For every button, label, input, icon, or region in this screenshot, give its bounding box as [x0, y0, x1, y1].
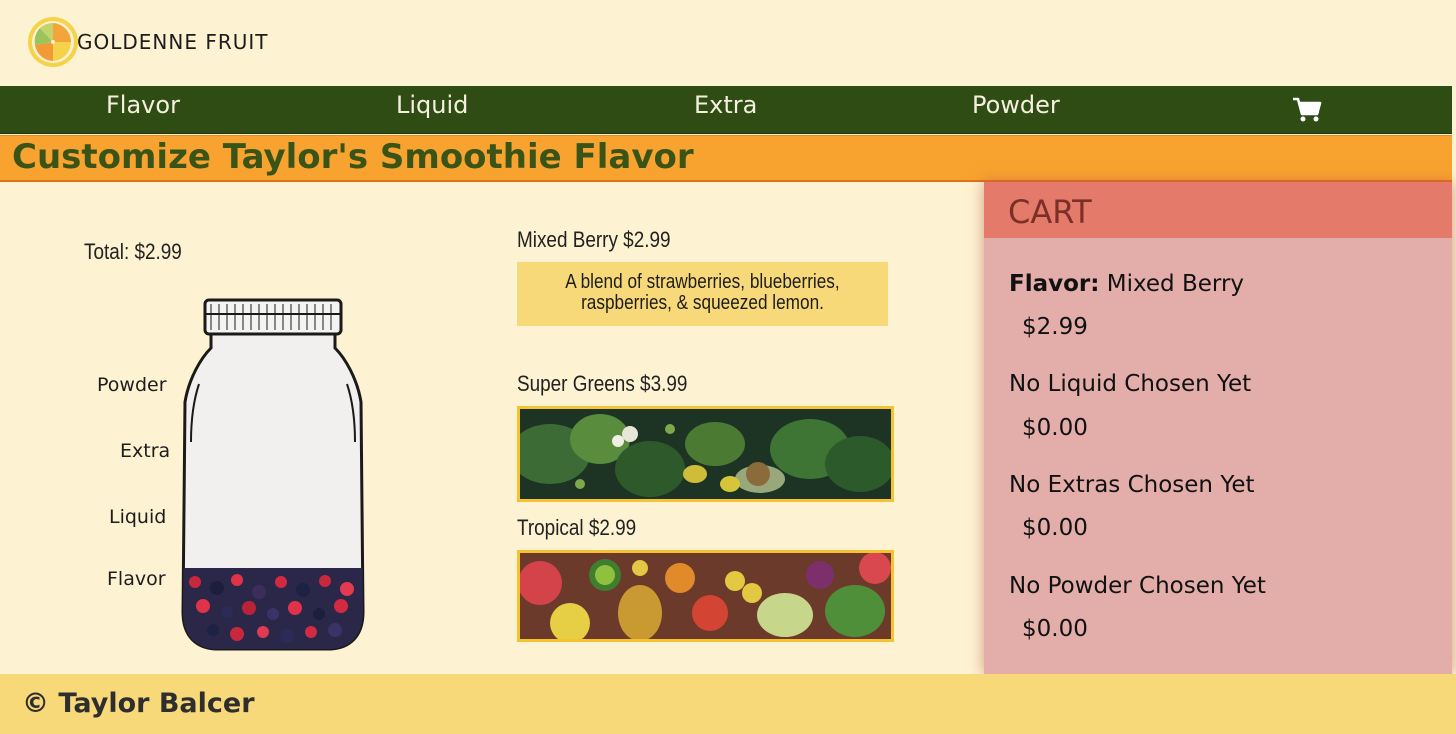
- cart-powder-line: No Powder Chosen Yet: [1009, 573, 1266, 599]
- option-title-mixed-berry[interactable]: Mixed Berry $2.99: [517, 227, 671, 253]
- nav-item-powder[interactable]: Powder: [972, 91, 1060, 119]
- shopping-cart-icon[interactable]: [1292, 97, 1322, 123]
- jar-layer-label-liquid: Liquid: [109, 506, 167, 528]
- brand-name: GOLDENNE FRUIT: [77, 30, 269, 54]
- cart-panel: CART Flavor: Mixed Berry $2.99 No Liquid…: [984, 182, 1452, 674]
- citrus-slice-icon[interactable]: [26, 15, 80, 69]
- cart-liquid-line: No Liquid Chosen Yet: [1009, 371, 1252, 397]
- page-title: Customize Taylor's Smoothie Flavor: [12, 137, 694, 177]
- berry-flavor-layer: [183, 568, 363, 649]
- jar-layer-label-powder: Powder: [97, 374, 167, 396]
- copyright: © Taylor Balcer: [22, 688, 255, 719]
- cart-flavor-price: $2.99: [1022, 314, 1088, 340]
- cart-flavor-value: Mixed Berry: [1106, 271, 1245, 297]
- super-greens-image[interactable]: [517, 406, 894, 502]
- page-banner: Customize Taylor's Smoothie Flavor: [0, 135, 1452, 182]
- jar-layer-label-flavor: Flavor: [107, 568, 166, 590]
- cart-flavor-label: Flavor:: [1009, 271, 1100, 297]
- jar-layer-label-extra: Extra: [120, 440, 171, 462]
- nav-item-liquid[interactable]: Liquid: [396, 91, 468, 119]
- tropical-fruits-photo: [520, 553, 891, 639]
- main-nav: Flavor Liquid Extra Powder: [0, 86, 1452, 134]
- leafy-greens-photo: [520, 409, 891, 499]
- option-title-super-greens[interactable]: Super Greens $3.99: [517, 371, 687, 397]
- cart-liquid-price: $0.00: [1022, 415, 1088, 441]
- site-footer: © Taylor Balcer: [0, 674, 1456, 734]
- nav-item-flavor[interactable]: Flavor: [106, 91, 180, 119]
- cart-title: CART: [1008, 193, 1092, 231]
- cart-extras-line: No Extras Chosen Yet: [1009, 472, 1255, 498]
- option-title-tropical[interactable]: Tropical $2.99: [517, 515, 636, 541]
- cart-powder-price: $0.00: [1022, 616, 1088, 642]
- option-mixed-berry-description-card[interactable]: A blend of strawberries, blueberries, ra…: [517, 262, 888, 326]
- cart-extras-price: $0.00: [1022, 515, 1088, 541]
- cart-header: CART: [984, 182, 1452, 238]
- site-header: GOLDENNE FRUIT: [0, 0, 1456, 86]
- nav-item-extra[interactable]: Extra: [694, 91, 757, 119]
- total-price: Total: $2.99: [84, 239, 182, 264]
- option-mixed-berry-description: A blend of strawberries, blueberries, ra…: [565, 271, 840, 314]
- smoothie-jar: [181, 298, 365, 651]
- cart-flavor-line: Flavor: Mixed Berry: [1009, 271, 1244, 297]
- tropical-image[interactable]: [517, 550, 894, 642]
